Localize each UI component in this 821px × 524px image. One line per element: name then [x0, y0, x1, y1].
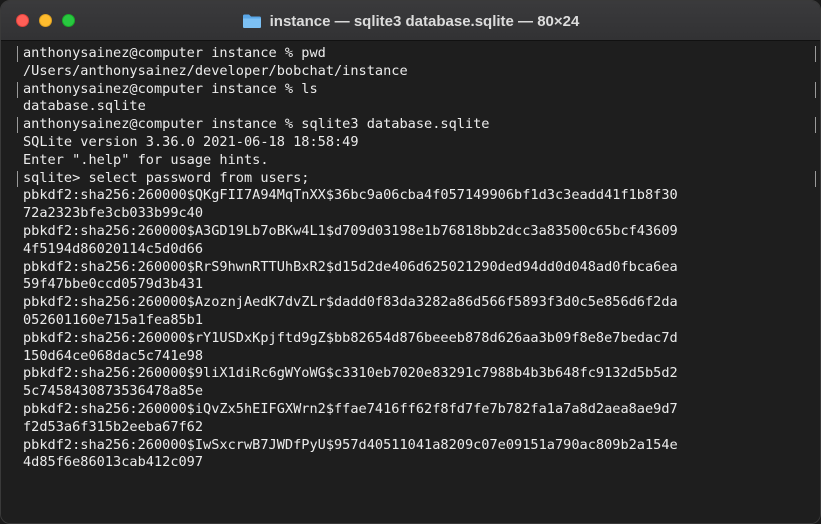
prompt-line: anthonysainez@computer instance % pwd [1, 45, 820, 63]
output-line: pbkdf2:sha256:260000$9liX1diRc6gWYoWG$c3… [23, 365, 678, 382]
output-line: SQLite version 3.36.0 2021-06-18 18:58:4… [23, 133, 359, 150]
command-mark-left [17, 117, 18, 134]
command-mark-left [17, 46, 18, 62]
prompt-line: anthonysainez@computer instance % sqlite… [1, 116, 820, 134]
output-line: pbkdf2:sha256:260000$A3GD19Lb7oBKw4L1$d7… [23, 222, 678, 239]
output-line: pbkdf2:sha256:260000$iQvZx5hEIFGXWrn2$ff… [23, 400, 678, 417]
output-line: /Users/anthonysainez/developer/bobchat/i… [23, 62, 408, 79]
prompt-line: sqlite> select password from users; [1, 170, 820, 188]
command-mark-right [815, 46, 816, 62]
title-group: instance — sqlite3 database.sqlite — 80×… [1, 1, 820, 41]
command-mark-left [17, 170, 18, 187]
output-line: pbkdf2:sha256:260000$AzoznjAedK7dvZLr$da… [23, 294, 678, 311]
terminal-window: instance — sqlite3 database.sqlite — 80×… [0, 0, 821, 524]
command-mark-right [815, 170, 816, 187]
folder-icon [242, 13, 262, 29]
prompt-line: anthonysainez@computer instance % ls [1, 81, 820, 99]
output-line: f2d53a6f315b2eeba67f62 [23, 418, 204, 435]
output-line: pbkdf2:sha256:260000$QKgFII7A94MqTnXX$36… [23, 187, 678, 204]
title-bar[interactable]: instance — sqlite3 database.sqlite — 80×… [1, 1, 820, 41]
command-mark-right [815, 117, 816, 134]
output-line: database.sqlite [23, 98, 146, 115]
terminal-output[interactable]: anthonysainez@computer instance % pwd/Us… [1, 41, 820, 523]
output-line: 4f5194d86020114c5d0d66 [23, 240, 204, 257]
output-line: pbkdf2:sha256:260000$RrS9hwnRTTUhBxR2$d1… [23, 258, 678, 275]
output-line: pbkdf2:sha256:260000$IwSxcrwB7JWDfPyU$95… [23, 436, 678, 453]
output-line: 59f47bbe0ccd0579d3b431 [23, 276, 204, 293]
output-line: 150d64ce068dac5c741e98 [23, 347, 204, 364]
output-line: 5c7458430873536478a85e [23, 383, 204, 400]
output-line: pbkdf2:sha256:260000$rY1USDxKpjftd9gZ$bb… [23, 329, 678, 346]
command-mark-right [815, 81, 816, 98]
command-mark-left [17, 81, 18, 98]
output-line: 052601160e715a1fea85b1 [23, 311, 204, 328]
window-title: instance — sqlite3 database.sqlite — 80×… [269, 12, 580, 30]
output-line: 4d85f6e86013cab412c097 [23, 454, 204, 471]
output-line: 72a2323bfe3cb033b99c40 [23, 205, 204, 222]
output-line: Enter ".help" for usage hints. [23, 151, 269, 168]
